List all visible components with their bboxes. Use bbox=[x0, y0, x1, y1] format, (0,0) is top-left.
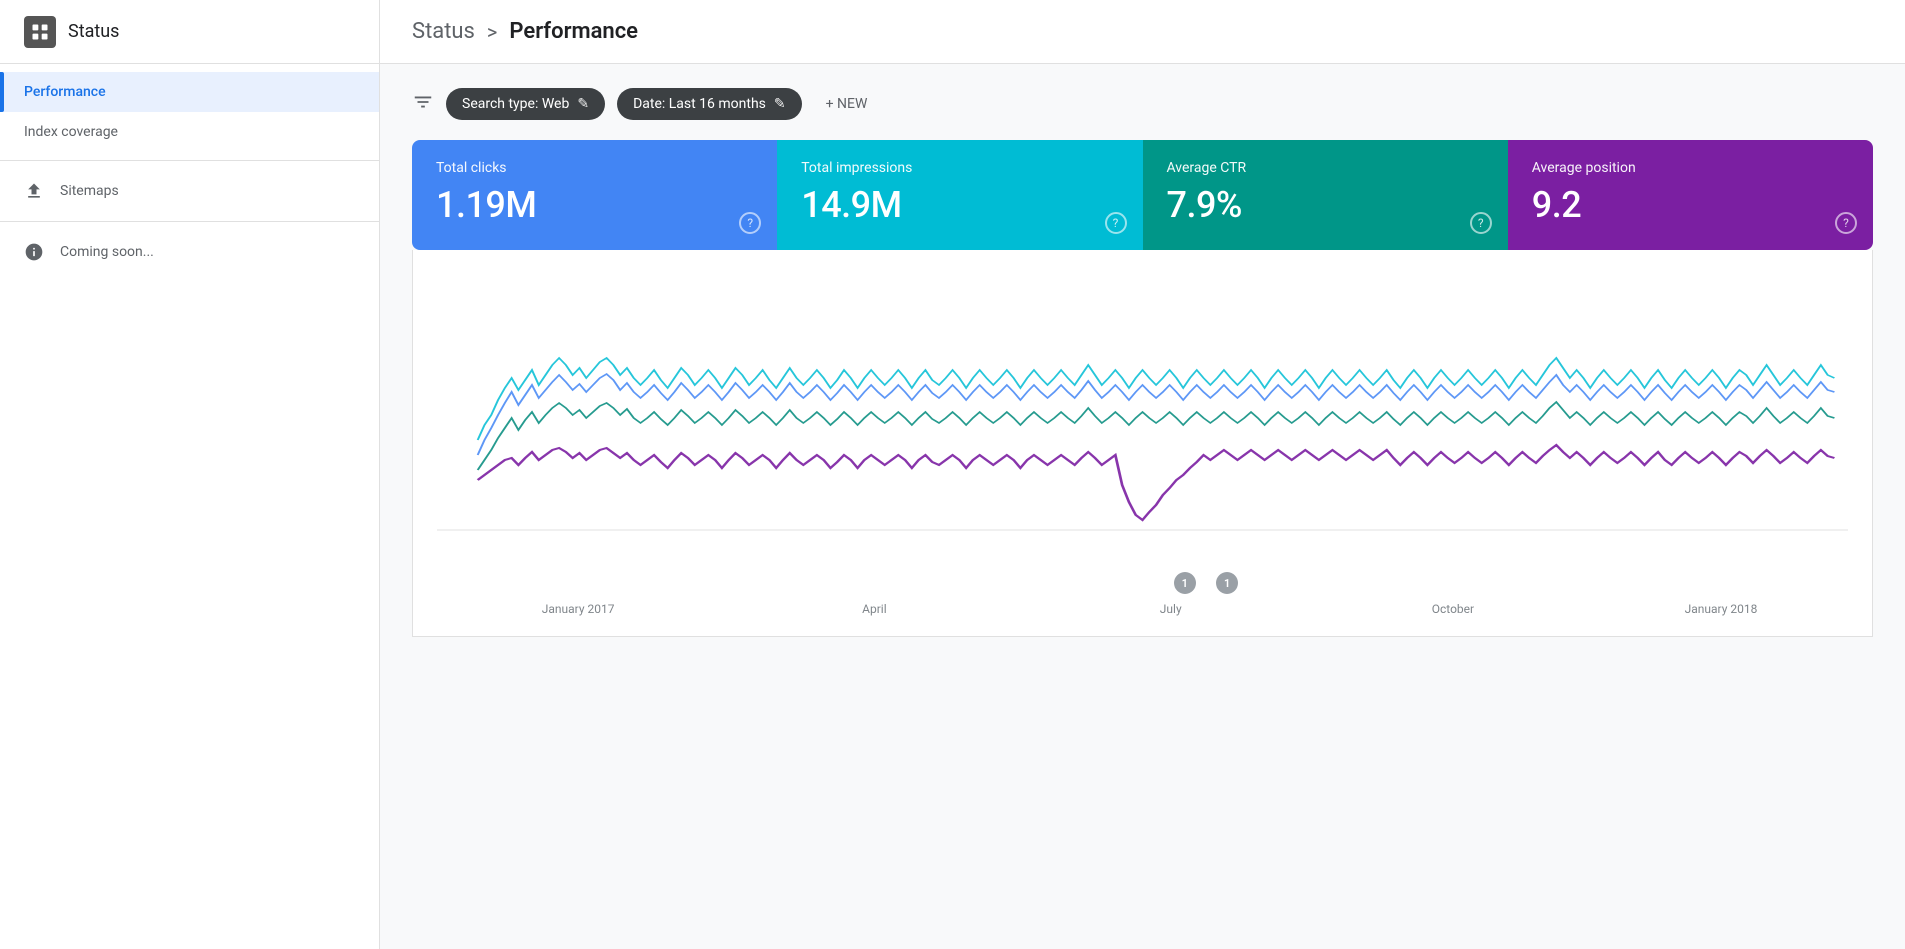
metric-impressions-value: 14.9M bbox=[801, 184, 1118, 226]
x-label-april: April bbox=[862, 602, 886, 616]
metric-position-label: Average position bbox=[1532, 160, 1849, 176]
filter-icon[interactable] bbox=[412, 91, 434, 118]
sidebar-item-index-coverage[interactable]: Index coverage bbox=[0, 112, 379, 152]
performance-chart bbox=[437, 270, 1848, 560]
breadcrumb: Status > Performance bbox=[412, 19, 638, 44]
sidebar-item-performance[interactable]: Performance bbox=[0, 72, 379, 112]
sidebar-navigation: Performance Index coverage Sitemaps bbox=[0, 64, 379, 282]
annotation-2: 1 bbox=[1216, 572, 1238, 594]
date-label: Date: Last 16 months bbox=[633, 96, 766, 112]
chart-area bbox=[437, 270, 1848, 570]
metric-average-ctr[interactable]: Average CTR 7.9% ? bbox=[1143, 140, 1508, 250]
sidebar-divider-2 bbox=[0, 221, 379, 222]
annotation-1: 1 bbox=[1174, 572, 1196, 594]
metric-impressions-help[interactable]: ? bbox=[1105, 212, 1127, 234]
breadcrumb-separator: > bbox=[487, 20, 497, 44]
filter-bar: Search type: Web ✎ Date: Last 16 months … bbox=[412, 88, 1873, 120]
sidebar-header: Status bbox=[0, 0, 379, 64]
breadcrumb-parent: Status bbox=[412, 19, 475, 44]
metric-clicks-value: 1.19M bbox=[436, 184, 753, 226]
metric-average-position[interactable]: Average position 9.2 ? bbox=[1508, 140, 1873, 250]
metric-ctr-label: Average CTR bbox=[1167, 160, 1484, 176]
metric-clicks-help[interactable]: ? bbox=[739, 212, 761, 234]
metric-total-clicks[interactable]: Total clicks 1.19M ? bbox=[412, 140, 777, 250]
x-label-july: July bbox=[1160, 602, 1182, 616]
main-body: Search type: Web ✎ Date: Last 16 months … bbox=[380, 64, 1905, 949]
metric-ctr-help[interactable]: ? bbox=[1470, 212, 1492, 234]
sidebar-item-sitemaps[interactable]: Sitemaps bbox=[0, 169, 379, 213]
metric-position-help[interactable]: ? bbox=[1835, 212, 1857, 234]
date-edit-icon: ✎ bbox=[774, 96, 786, 112]
x-axis-container: 1 1 January 2017 April July October Janu… bbox=[437, 570, 1848, 620]
metric-position-value: 9.2 bbox=[1532, 184, 1849, 226]
x-label-jan2018: January 2018 bbox=[1685, 602, 1758, 616]
main-content-area: Status > Performance Search type: Web ✎ … bbox=[380, 0, 1905, 949]
main-header: Status > Performance bbox=[380, 0, 1905, 64]
sidebar-logo-icon bbox=[24, 16, 56, 48]
search-type-edit-icon: ✎ bbox=[577, 96, 589, 112]
metrics-row: Total clicks 1.19M ? Total impressions 1… bbox=[412, 140, 1873, 250]
new-button[interactable]: + NEW bbox=[814, 88, 880, 120]
x-label-october: October bbox=[1432, 602, 1474, 616]
metric-impressions-label: Total impressions bbox=[801, 160, 1118, 176]
new-label: + NEW bbox=[826, 96, 868, 112]
metric-total-impressions[interactable]: Total impressions 14.9M ? bbox=[777, 140, 1142, 250]
sidebar-title: Status bbox=[68, 21, 119, 42]
chart-container: 1 1 January 2017 April July October Janu… bbox=[412, 250, 1873, 637]
breadcrumb-current: Performance bbox=[509, 19, 638, 44]
search-type-label: Search type: Web bbox=[462, 96, 569, 112]
metric-clicks-label: Total clicks bbox=[436, 160, 753, 176]
date-filter[interactable]: Date: Last 16 months ✎ bbox=[617, 88, 802, 120]
search-type-filter[interactable]: Search type: Web ✎ bbox=[446, 88, 605, 120]
sidebar-divider-1 bbox=[0, 160, 379, 161]
metric-ctr-value: 7.9% bbox=[1167, 184, 1484, 226]
x-label-jan2017: January 2017 bbox=[542, 602, 615, 616]
sidebar: Status Performance Index coverage Sitema… bbox=[0, 0, 380, 949]
sidebar-item-coming-soon[interactable]: Coming soon... bbox=[0, 230, 379, 274]
upload-icon bbox=[24, 181, 44, 201]
info-icon bbox=[24, 242, 44, 262]
